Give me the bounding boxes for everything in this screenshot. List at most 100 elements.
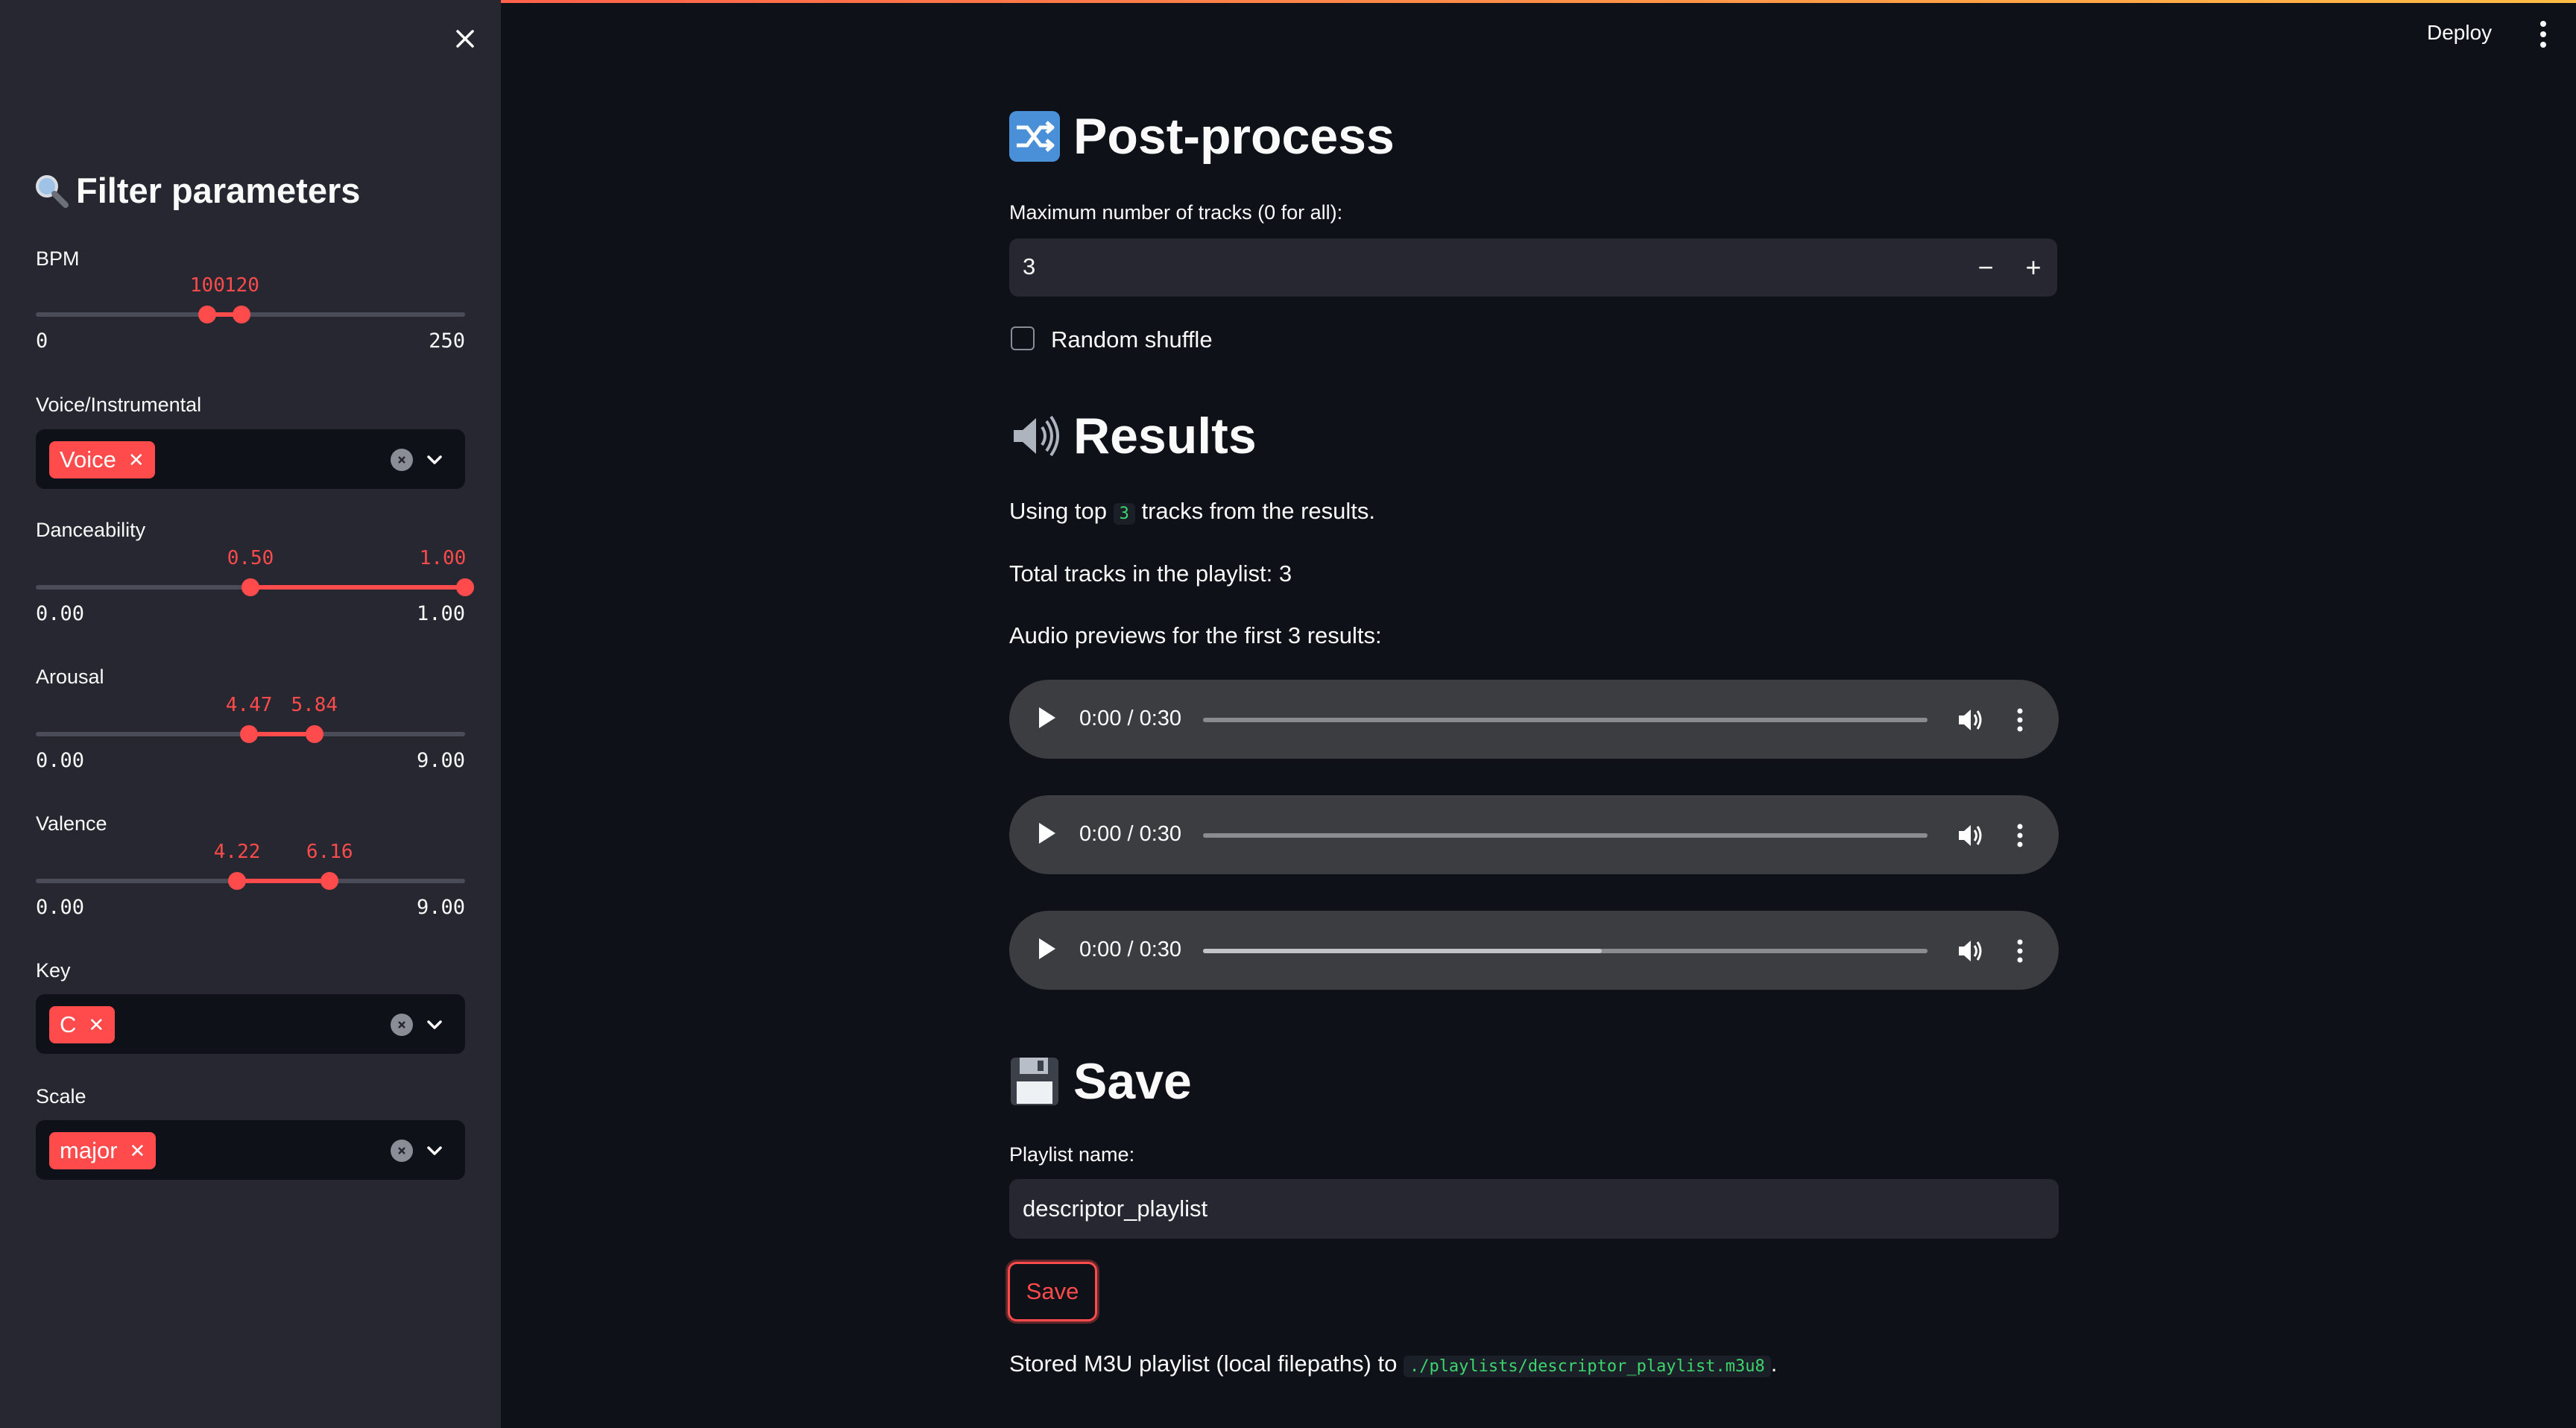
play-icon[interactable] <box>1039 707 1055 728</box>
increment-button[interactable]: + <box>2010 238 2057 297</box>
previews-label: Audio previews for the first 3 results: <box>1009 622 1382 648</box>
bpm-high-thumb[interactable] <box>233 306 251 323</box>
main-menu-icon[interactable] <box>2534 18 2552 51</box>
audio-player[interactable]: 0:00 / 0:30 <box>1009 680 2059 759</box>
shuffle-icon <box>1009 111 1060 162</box>
bpm-low-thumb[interactable] <box>198 306 217 323</box>
chip-remove-icon[interactable]: ✕ <box>130 1140 146 1163</box>
audio-seekbar[interactable] <box>1203 833 1928 838</box>
bpm-label: BPM <box>36 247 80 270</box>
playlist-name-label: Playlist name: <box>1009 1143 1135 1166</box>
max-tracks-input[interactable]: 3 − + <box>1009 238 2057 297</box>
arousal-high-value: 5.84 <box>291 694 338 716</box>
more-options-icon[interactable] <box>2012 935 2027 967</box>
play-icon[interactable] <box>1039 823 1055 844</box>
random-shuffle-checkbox[interactable] <box>1011 326 1035 350</box>
slider-fill <box>249 732 315 736</box>
speaker-icon <box>1014 415 1059 457</box>
results-heading: Results <box>1008 407 1257 465</box>
voice-multiselect[interactable]: Voice ✕ <box>36 429 465 489</box>
bpm-high-value: 120 <box>224 274 259 297</box>
bpm-max-label: 250 <box>429 329 465 353</box>
max-tracks-label: Maximum number of tracks (0 for all): <box>1009 201 1343 224</box>
audio-time: 0:00 / 0:30 <box>1079 707 1182 730</box>
close-sidebar-button[interactable] <box>446 19 484 58</box>
decrement-button[interactable]: − <box>1962 238 2010 297</box>
chevron-down-icon[interactable] <box>423 1140 446 1162</box>
voice-label: Voice/Instrumental <box>36 394 202 416</box>
volume-icon[interactable] <box>1956 705 1986 735</box>
clear-icon[interactable] <box>391 1014 413 1036</box>
clear-icon[interactable] <box>391 449 413 471</box>
valence-slider[interactable]: 4.22 6.16 0.00 9.00 <box>36 841 465 939</box>
valence-high-thumb[interactable] <box>321 872 339 890</box>
arousal-label: Arousal <box>36 666 104 688</box>
danceability-slider[interactable]: 0.50 1.00 0.00 1.00 <box>36 547 474 645</box>
arousal-low-thumb[interactable] <box>240 725 259 743</box>
danceability-max-label: 1.00 <box>416 602 465 625</box>
valence-max-label: 9.00 <box>416 896 465 919</box>
valence-low-thumb[interactable] <box>228 872 247 890</box>
key-multiselect[interactable]: C ✕ <box>36 994 465 1054</box>
voice-chip: Voice ✕ <box>49 441 155 478</box>
using-top-prefix: Using top <box>1009 498 1107 524</box>
more-options-icon[interactable] <box>2012 704 2027 736</box>
valence-high-value: 6.16 <box>306 841 353 863</box>
danceability-high-thumb[interactable] <box>456 578 474 596</box>
audio-time: 0:00 / 0:30 <box>1079 822 1182 846</box>
playlist-name-value[interactable]: descriptor_playlist <box>1023 1195 1208 1222</box>
postprocess-heading: Post-process <box>1008 107 1395 165</box>
save-button[interactable]: Save <box>1008 1262 1097 1321</box>
arousal-high-thumb[interactable] <box>305 725 323 743</box>
audio-player[interactable]: 0:00 / 0:30 <box>1009 795 2059 874</box>
random-shuffle-label[interactable]: Random shuffle <box>1051 326 1213 353</box>
magnifier-icon <box>36 174 69 208</box>
save-heading: Save <box>1008 1052 1192 1111</box>
scale-label: Scale <box>36 1085 86 1108</box>
danceability-low-value: 0.50 <box>227 547 274 569</box>
scale-multiselect[interactable]: major ✕ <box>36 1120 465 1180</box>
sidebar-title: Filter parameters <box>34 170 360 211</box>
floppy-disk-icon <box>1011 1058 1058 1105</box>
more-options-icon[interactable] <box>2012 819 2027 852</box>
audio-buffered <box>1203 949 1602 953</box>
using-top-suffix: tracks from the results. <box>1141 498 1375 524</box>
stored-path-code: ./playlists/descriptor_playlist.m3u8 <box>1403 1356 1771 1377</box>
save-title: Save <box>1073 1053 1192 1110</box>
bpm-min-label: 0 <box>36 329 48 353</box>
clear-icon[interactable] <box>391 1140 413 1162</box>
playlist-name-input[interactable]: descriptor_playlist <box>1009 1179 2059 1239</box>
stored-playlist-text: Stored M3U playlist (local filepaths) to… <box>1009 1350 1777 1377</box>
danceability-label: Danceability <box>36 519 146 541</box>
volume-icon[interactable] <box>1956 821 1986 850</box>
chip-remove-icon[interactable]: ✕ <box>88 1014 104 1037</box>
chevron-down-icon[interactable] <box>423 449 446 471</box>
postprocess-title: Post-process <box>1073 108 1395 165</box>
arousal-max-label: 9.00 <box>416 749 465 772</box>
chip-label: major <box>60 1137 118 1163</box>
bpm-slider[interactable]: 100 120 0 250 <box>36 274 465 373</box>
slider-fill <box>250 585 465 590</box>
deploy-button[interactable]: Deploy <box>2427 21 2492 45</box>
volume-icon[interactable] <box>1956 936 1986 966</box>
using-top-code: 3 <box>1113 503 1135 525</box>
stored-prefix: Stored M3U playlist (local filepaths) to <box>1009 1350 1398 1377</box>
sidebar-title-text: Filter parameters <box>76 171 361 210</box>
close-icon <box>456 30 474 48</box>
audio-seekbar[interactable] <box>1203 949 1928 953</box>
arousal-low-value: 4.47 <box>225 694 273 716</box>
max-tracks-value[interactable]: 3 <box>1023 253 1035 280</box>
chip-remove-icon[interactable]: ✕ <box>128 449 145 472</box>
bpm-low-value: 100 <box>189 274 225 297</box>
danceability-low-thumb[interactable] <box>242 578 259 596</box>
audio-time: 0:00 / 0:30 <box>1079 938 1182 961</box>
danceability-min-label: 0.00 <box>36 602 85 625</box>
audio-seekbar[interactable] <box>1203 718 1928 722</box>
total-tracks-text: Total tracks in the playlist: 3 <box>1009 560 1292 587</box>
arousal-slider[interactable]: 4.47 5.84 0.00 9.00 <box>36 694 465 792</box>
chevron-down-icon[interactable] <box>423 1014 446 1036</box>
audio-player[interactable]: 0:00 / 0:30 <box>1009 911 2059 990</box>
valence-low-value: 4.22 <box>213 841 261 863</box>
scale-chip: major ✕ <box>49 1132 157 1169</box>
play-icon[interactable] <box>1039 938 1055 959</box>
